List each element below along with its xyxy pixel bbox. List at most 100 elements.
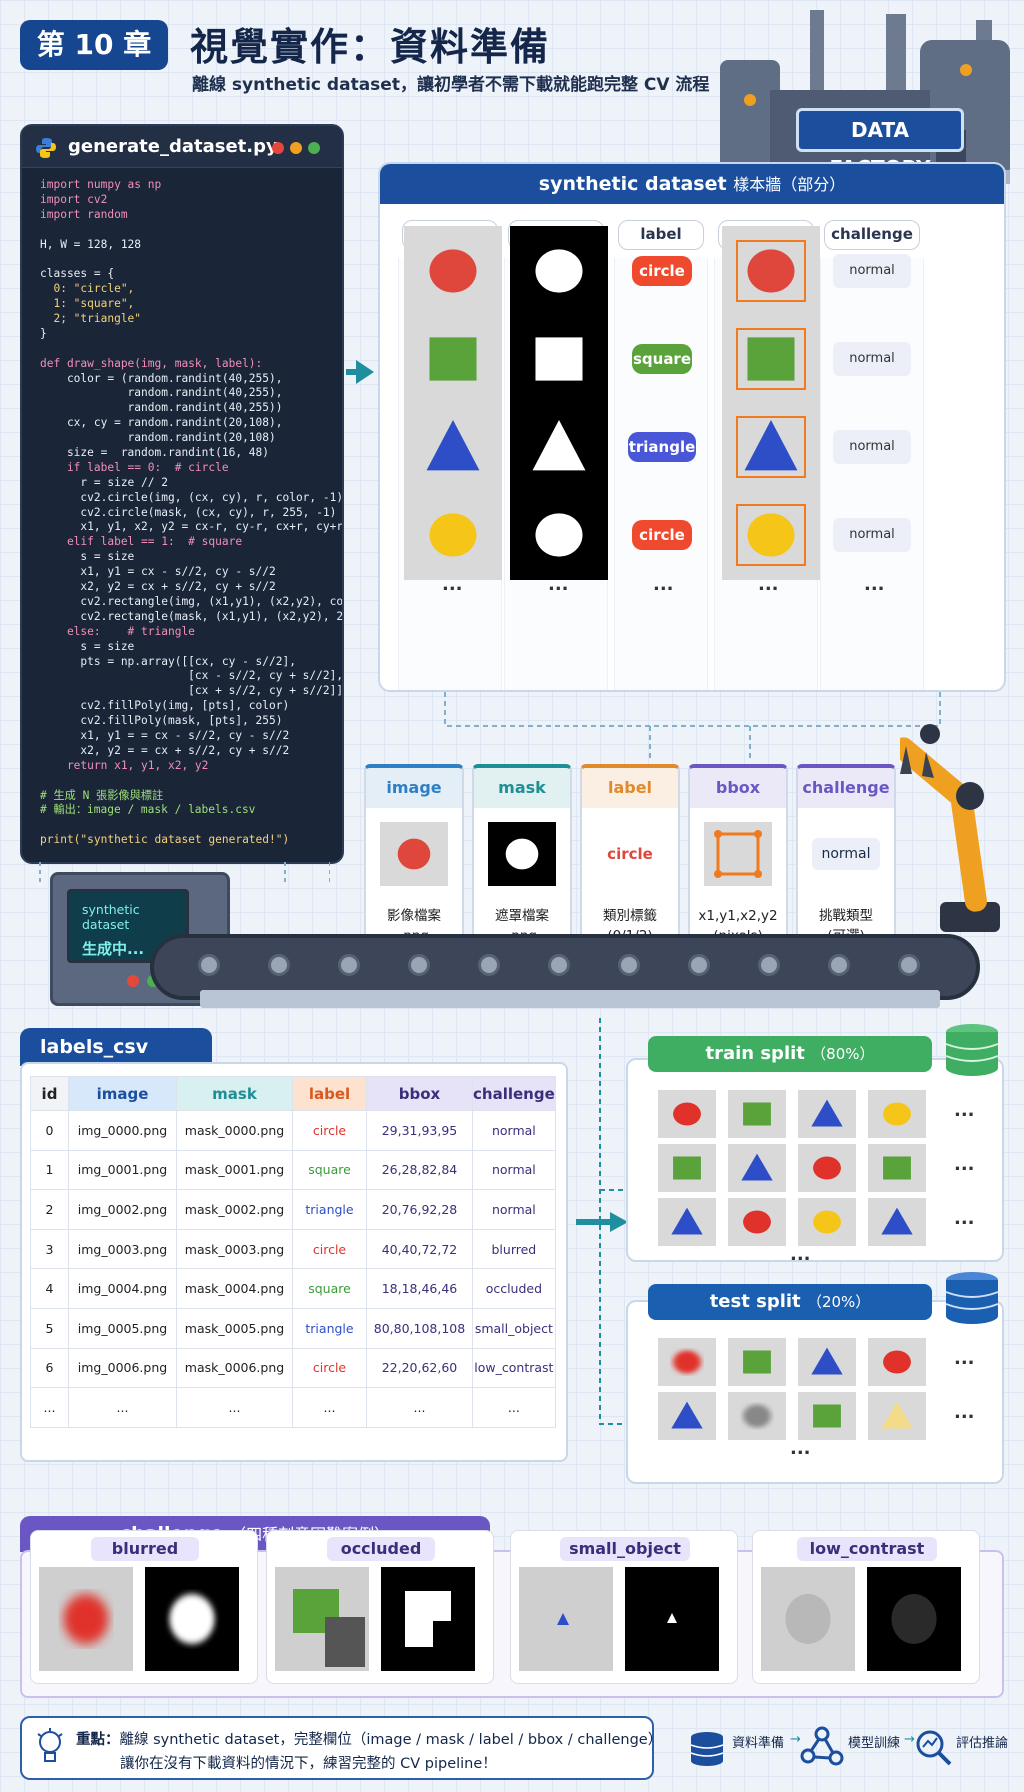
csv-row: 6 img_0006.png mask_0006.png circle 22,20,62…	[30, 1347, 556, 1389]
maximize-window-icon[interactable]	[308, 142, 320, 154]
output-box-title: challenge	[798, 768, 894, 808]
csv-cell: 0	[30, 1110, 69, 1151]
chapter-badge: 第 10 章	[20, 20, 168, 70]
csv-cell: 22,20,62,60	[366, 1347, 473, 1389]
output-box-title: image	[366, 768, 462, 808]
test-split-ellipsis: ...	[954, 1348, 975, 1369]
csv-row: 0 img_0000.png mask_0000.png circle 29,31,93…	[30, 1110, 556, 1151]
code-line: 2; "triangle"	[40, 312, 142, 326]
train-split-thumb	[798, 1198, 856, 1246]
triangle-shape	[426, 420, 480, 471]
csv-header-label: label	[292, 1076, 367, 1111]
code-line: return x1, y1, x2, y2	[40, 758, 209, 772]
conveyor-roller	[618, 954, 640, 976]
code-line: pts = np.array([[cx, cy - s//2],	[40, 654, 296, 668]
csv-cell: 18,18,46,46	[366, 1268, 473, 1309]
circle-shape	[673, 1350, 701, 1374]
output-box-mask: mask遮罩檔案.png	[472, 764, 572, 950]
close-window-icon[interactable]	[272, 142, 284, 154]
challenge-card-small-object: small_object	[510, 1530, 738, 1684]
factory-sign: DATA FACTORY	[796, 108, 964, 180]
csv-header-bbox: bbox	[366, 1076, 473, 1111]
output-box-desc-line: 類別標籤	[603, 908, 657, 924]
triangle-shape	[881, 1207, 913, 1235]
csv-cell: square	[292, 1268, 367, 1309]
page-title: 視覺實作：資料準備	[190, 25, 551, 69]
wall-bbox-thumb	[722, 402, 820, 492]
circle-mask-shape	[505, 838, 539, 870]
train-split-thumb	[658, 1198, 716, 1246]
conveyor-roller	[198, 954, 220, 976]
square-shape	[673, 1156, 701, 1180]
wall-ellipsis: ...	[758, 574, 779, 595]
csv-cell: img_0002.png	[68, 1189, 177, 1230]
output-box-sample: normal	[812, 838, 880, 870]
train-split-ellipsis: ...	[790, 1244, 811, 1265]
machine-screen-line1: synthetic dataset	[82, 902, 140, 932]
wall-column-bg	[614, 258, 708, 690]
code-line: x1, y1 = = cx - s//2, cy - s//2	[40, 728, 290, 742]
csv-cell: ...	[292, 1387, 367, 1428]
triangle-shape	[741, 1153, 773, 1181]
csv-cell: 40,40,72,72	[366, 1228, 473, 1270]
conveyor-roller	[408, 954, 430, 976]
circle-shape	[429, 513, 477, 557]
csv-row: 2 img_0002.png mask_0002.png triangle 20,76,…	[30, 1189, 556, 1230]
bbox-outline	[736, 328, 806, 390]
key-note-prefix: 重點：	[76, 1732, 120, 1748]
code-line: elif label == 1: # square	[40, 535, 243, 549]
challenge-mask	[381, 1567, 475, 1671]
code-line: if label == 0: # circle	[40, 460, 229, 474]
csv-cell: ...	[176, 1387, 293, 1428]
code-line: x2, y2 = = cx + s//2, cy + s//2	[40, 743, 290, 757]
test-split-thumb	[658, 1338, 716, 1386]
csv-cell: mask_0004.png	[176, 1268, 293, 1309]
wall-column-header: challenge	[824, 220, 920, 250]
challenge-card-occluded: occluded	[266, 1530, 494, 1684]
wall-bbox-thumb	[722, 226, 820, 316]
csv-cell: mask_0006.png	[176, 1347, 293, 1389]
test-split-thumb	[658, 1392, 716, 1440]
minimize-window-icon[interactable]	[290, 142, 302, 154]
triangle-shape	[811, 1099, 843, 1127]
test-split-header: test split （20%）	[648, 1284, 932, 1320]
output-box-sample	[380, 822, 448, 886]
csv-cell: img_0000.png	[68, 1110, 177, 1151]
challenge-card-low-contrast: low_contrast	[752, 1530, 980, 1684]
code-line: x1, y1 = cx - s//2, cy - s//2	[40, 565, 276, 579]
conveyor-roller	[268, 954, 290, 976]
low-contrast-mask-shape	[891, 1594, 937, 1644]
key-note-line1: 離線 synthetic dataset，完整欄位（image / mask /…	[119, 1732, 663, 1748]
train-split-ellipsis: ...	[954, 1154, 975, 1175]
code-line: cv2.rectangle(mask, (x1,y1), (x2,y2), 25…	[80, 609, 344, 623]
train-split-header: train split （80%）	[648, 1036, 932, 1072]
code-line: cv2.fillPoly(mask, [pts], 255)	[40, 714, 283, 728]
csv-header-image: image	[68, 1076, 177, 1111]
circle-shape	[429, 249, 477, 293]
output-box-desc-line: 影像檔案	[387, 908, 441, 924]
csv-cell: small_object	[472, 1307, 556, 1349]
key-note-text: 重點：離線 synthetic dataset，完整欄位（image / mas…	[76, 1728, 662, 1776]
csv-cell: 3	[30, 1228, 69, 1270]
challenge-mask	[145, 1567, 239, 1671]
code-filename: generate_dataset.py	[68, 136, 278, 157]
csv-cell: circle	[292, 1110, 367, 1151]
csv-cell: img_0001.png	[68, 1149, 177, 1191]
train-split-thumb	[728, 1198, 786, 1246]
conveyor-roller	[478, 954, 500, 976]
output-box-title: mask	[474, 768, 570, 808]
wall-challenge-pill: normal	[833, 254, 911, 288]
train-split-ellipsis: ...	[954, 1208, 975, 1229]
wall-image-thumb	[404, 314, 502, 404]
occluded-mask-shape	[405, 1591, 451, 1647]
csv-cell: normal	[472, 1189, 556, 1230]
train-split-thumb	[728, 1090, 786, 1138]
challenge-image	[519, 1567, 613, 1671]
wall-label-pill: square	[632, 344, 692, 374]
output-box-challenge: challengenormal挑戰類型(可選)	[796, 764, 896, 950]
csv-cell: img_0005.png	[68, 1307, 177, 1349]
triangle-shape	[811, 1347, 843, 1375]
